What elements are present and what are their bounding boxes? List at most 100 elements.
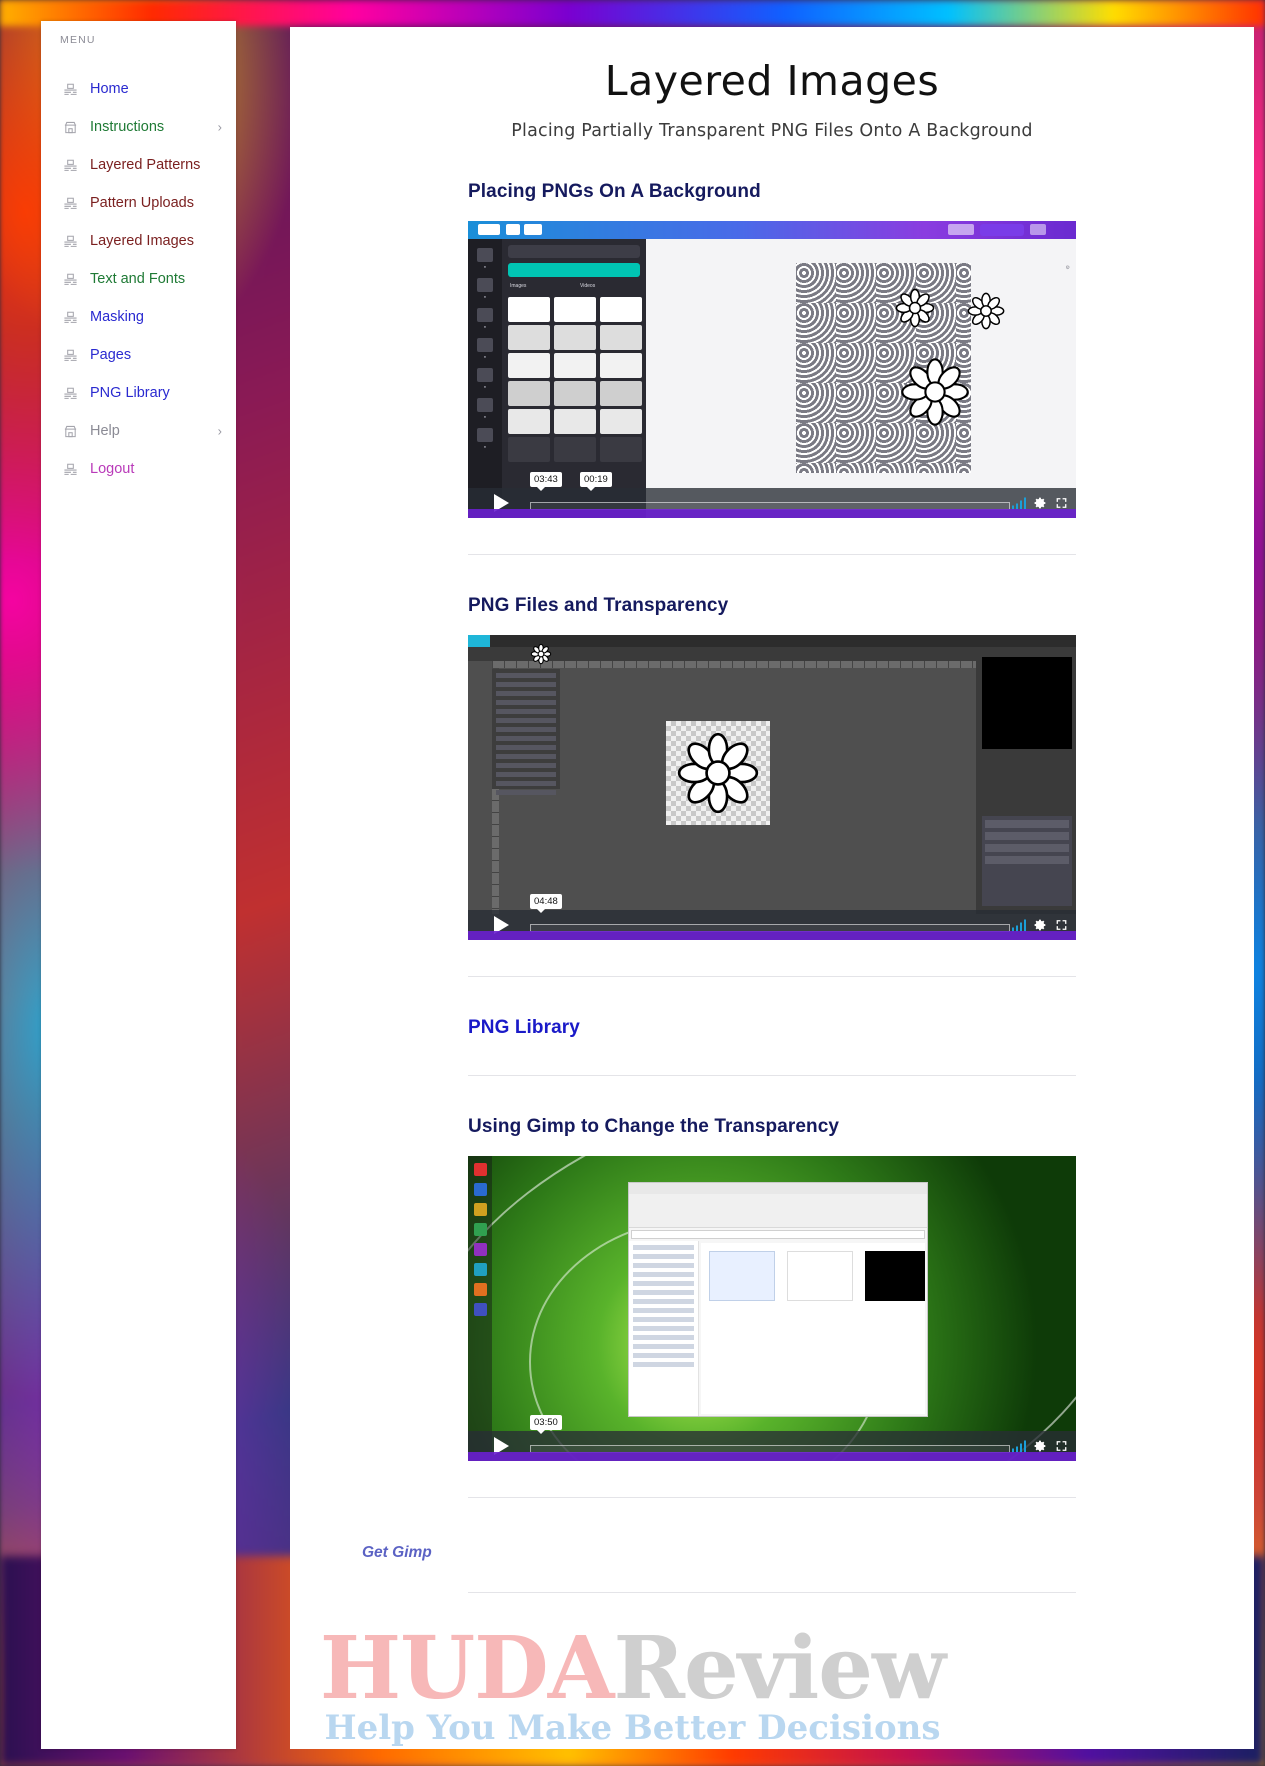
sidebar-item-label: Text and Fonts xyxy=(90,271,186,287)
sidebar-item-label: Pattern Uploads xyxy=(90,195,194,211)
page-subtitle: Placing Partially Transparent PNG Files … xyxy=(511,121,1033,141)
sidebar-menu-label: MENU xyxy=(60,34,96,46)
content-section: PNG Library xyxy=(468,1017,1076,1076)
fullscreen-icon[interactable] xyxy=(1055,919,1068,932)
get-gimp-link[interactable]: Get Gimp xyxy=(362,1544,1254,1562)
fullscreen-icon[interactable] xyxy=(1055,1440,1068,1453)
quality-icon[interactable] xyxy=(1011,497,1026,509)
flower-graphic xyxy=(674,729,762,817)
video-player[interactable]: 03:50 xyxy=(468,1156,1076,1461)
flower-graphic xyxy=(898,355,972,429)
sidebar-item-png-library[interactable]: PNG Library xyxy=(41,374,236,412)
section-divider xyxy=(468,976,1076,977)
sidebar-item-label: Logout xyxy=(90,461,135,477)
sections-container: Placing PNGs On A Background ● ● ● ● ● ● ● Image… xyxy=(290,181,1254,1498)
quality-icon[interactable] xyxy=(1011,919,1026,931)
presentation-icon xyxy=(63,462,83,477)
sidebar-item-pages[interactable]: Pages xyxy=(41,336,236,374)
video-player[interactable]: ● ● ● ● ● ● ● Images Videos ⚙ 03:43 00:19 xyxy=(468,221,1076,518)
sidebar-item-home[interactable]: Home xyxy=(41,70,236,108)
presentation-icon xyxy=(63,310,83,325)
sidebar-item-text-and-fonts[interactable]: Text and Fonts xyxy=(41,260,236,298)
flower-graphic xyxy=(966,291,1006,331)
sidebar-item-label: PNG Library xyxy=(90,385,170,401)
page-title: Layered Images xyxy=(604,57,940,105)
video-time-current: 03:43 xyxy=(530,472,562,491)
explorer-ribbon xyxy=(629,1194,927,1228)
video-bottom-strip xyxy=(468,1452,1076,1461)
presentation-icon xyxy=(63,348,83,363)
settings-gear-icon[interactable] xyxy=(1034,497,1047,510)
presentation-icon xyxy=(63,386,83,401)
presentation-icon xyxy=(63,82,83,97)
sidebar-item-layered-images[interactable]: Layered Images xyxy=(41,222,236,260)
gimp-tool-options xyxy=(492,669,560,795)
gimp-tab xyxy=(468,635,490,647)
quality-icon[interactable] xyxy=(1011,1440,1026,1452)
gimp-ruler-horizontal xyxy=(492,661,976,668)
chevron-right-icon[interactable]: › xyxy=(218,121,222,134)
sidebar-item-label: Instructions xyxy=(90,119,165,135)
section-heading: PNG Files and Transparency xyxy=(468,595,729,616)
presentation-icon xyxy=(63,272,83,287)
video-icon-group xyxy=(1011,919,1069,932)
sidebar-item-masking[interactable]: Masking xyxy=(41,298,236,336)
store-icon xyxy=(63,120,83,135)
presentation-icon xyxy=(63,158,83,173)
section-heading: Placing PNGs On A Background xyxy=(468,181,761,202)
section-heading[interactable]: PNG Library xyxy=(468,1017,1076,1039)
video-player[interactable]: 04:48 xyxy=(468,635,1076,940)
flower-graphic xyxy=(530,643,552,665)
settings-gear-icon[interactable] xyxy=(1034,919,1047,932)
sidebar-item-label: Pages xyxy=(90,347,132,363)
sidebar-item-instructions[interactable]: Instructions › xyxy=(41,108,236,146)
sidebar-item-label: Layered Patterns xyxy=(90,157,201,173)
video-bottom-strip xyxy=(468,931,1076,940)
sidebar-nav: Home Instructions › Layered Patterns Pattern… xyxy=(41,70,236,488)
editor-tool-rail: ● ● ● ● ● ● ● xyxy=(468,239,502,518)
video-bottom-strip xyxy=(468,509,1076,518)
fullscreen-icon[interactable] xyxy=(1055,497,1068,510)
store-icon xyxy=(63,424,83,439)
presentation-icon xyxy=(63,196,83,211)
video-icon-group xyxy=(1011,1440,1069,1453)
sidebar: MENU Home Instructions › Layered Patterns Pa… xyxy=(41,21,236,1749)
explorer-file-list xyxy=(701,1243,925,1414)
content-section: PNG Files and Transparency 04:48 xyxy=(468,595,1076,977)
main-content: Layered Images Placing Partially Transpa… xyxy=(290,27,1254,1749)
editor-side-panel: Images Videos xyxy=(502,239,646,518)
file-explorer-window xyxy=(628,1182,928,1417)
sidebar-item-help[interactable]: Help › xyxy=(41,412,236,450)
flower-graphic xyxy=(894,287,936,329)
window-title-bar xyxy=(629,1183,927,1194)
address-bar xyxy=(631,1230,925,1239)
gimp-title-bar xyxy=(468,635,1076,647)
presentation-icon xyxy=(63,234,83,249)
sidebar-item-label: Layered Images xyxy=(90,233,194,249)
sidebar-item-label: Masking xyxy=(90,309,144,325)
sidebar-item-logout[interactable]: Logout xyxy=(41,450,236,488)
editor-canvas-area: ⚙ xyxy=(646,239,1076,518)
footer-divider xyxy=(468,1592,1076,1593)
gimp-preview-black xyxy=(982,657,1072,749)
video-icon-group xyxy=(1011,497,1069,510)
sidebar-item-label: Help xyxy=(90,423,120,439)
explorer-nav-pane xyxy=(629,1241,699,1416)
content-section: Placing PNGs On A Background ● ● ● ● ● ● ● Image… xyxy=(468,181,1076,555)
chevron-right-icon[interactable]: › xyxy=(218,425,222,438)
section-heading: Using Gimp to Change the Transparency xyxy=(468,1116,840,1137)
section-divider xyxy=(468,554,1076,555)
section-divider xyxy=(468,1497,1076,1498)
content-section: Using Gimp to Change the Transparency 03:… xyxy=(468,1116,1076,1498)
video-time-total: 00:19 xyxy=(580,472,612,491)
video-time-current: 03:50 xyxy=(530,1415,562,1434)
desktop-taskbar xyxy=(468,1156,492,1461)
sidebar-item-label: Home xyxy=(90,81,129,97)
section-divider xyxy=(468,1075,1076,1076)
editor-top-bar xyxy=(468,221,1076,239)
video-time-current: 04:48 xyxy=(530,894,562,913)
sidebar-item-pattern-uploads[interactable]: Pattern Uploads xyxy=(41,184,236,222)
sidebar-item-layered-patterns[interactable]: Layered Patterns xyxy=(41,146,236,184)
settings-gear-icon[interactable] xyxy=(1034,1440,1047,1453)
gimp-layers-panel xyxy=(982,816,1072,906)
